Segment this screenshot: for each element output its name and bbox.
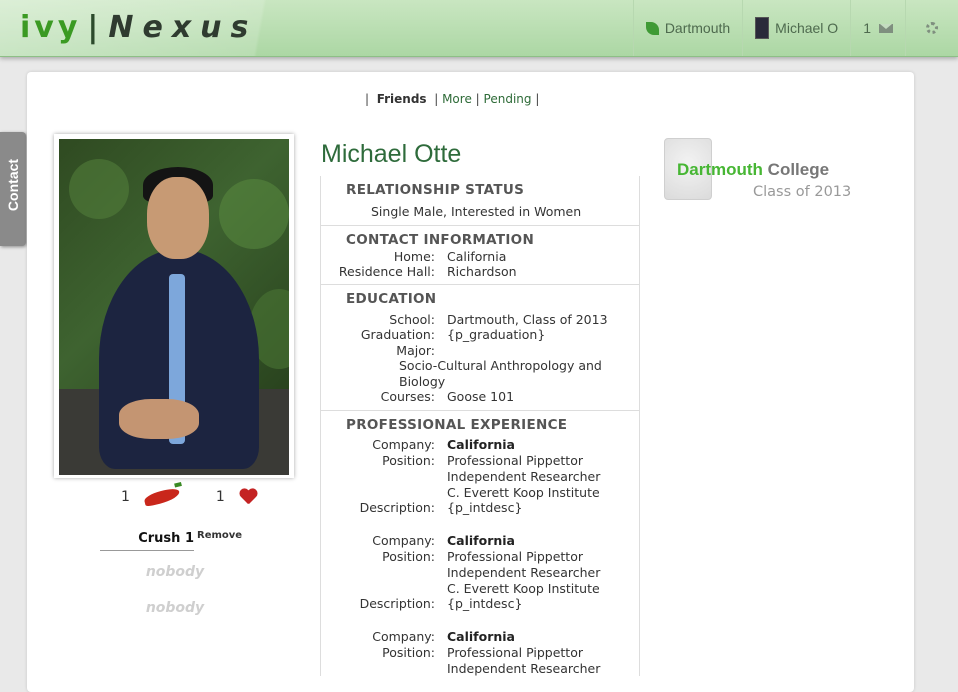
settings-button[interactable] bbox=[905, 0, 958, 56]
company-value: California bbox=[447, 533, 515, 548]
tab-separator: | bbox=[535, 92, 540, 106]
position-value: C. Everett Koop Institute bbox=[447, 485, 600, 500]
school-value: Dartmouth, Class of 2013 bbox=[447, 312, 608, 327]
friends-tabs: | Friends | More | Pending | bbox=[365, 92, 539, 106]
chili-icon[interactable] bbox=[143, 486, 181, 508]
class-year: Class of 2013 bbox=[753, 184, 852, 200]
user-menu[interactable]: Michael O bbox=[742, 0, 850, 56]
contact-tab-label: Contact bbox=[5, 158, 21, 212]
user-name: Michael O bbox=[775, 20, 839, 36]
chili-count: 1 bbox=[121, 489, 130, 505]
school-link[interactable]: Dartmouth bbox=[632, 0, 742, 56]
section-title: RELATIONSHIP STATUS bbox=[346, 182, 525, 198]
tab-more[interactable]: More bbox=[442, 92, 472, 106]
description-label: Description: bbox=[359, 596, 435, 611]
courses-label: Courses: bbox=[380, 389, 435, 404]
profile-photo-frame bbox=[54, 134, 294, 478]
logo-separator: | bbox=[87, 10, 103, 45]
description-value: {p_intdesc} bbox=[447, 596, 523, 611]
relationship-value: Single Male, Interested in Women bbox=[371, 204, 582, 219]
profile-photo[interactable] bbox=[59, 139, 289, 475]
heart-count: 1 bbox=[215, 489, 225, 505]
tab-pending[interactable]: Pending bbox=[484, 92, 532, 106]
position-value: Independent Researcher bbox=[447, 565, 601, 580]
profile-name: Michael Otte bbox=[321, 140, 462, 168]
graduation-label: Graduation: bbox=[360, 327, 435, 342]
heart-icon[interactable] bbox=[239, 489, 257, 505]
photo-head bbox=[147, 177, 209, 259]
company-label: Company: bbox=[372, 437, 435, 452]
messages-button[interactable]: 1 bbox=[850, 0, 905, 56]
graduation-value: {p_graduation} bbox=[447, 327, 546, 342]
position-value: C. Everett Koop Institute bbox=[447, 581, 600, 596]
professional-section: PROFESSIONAL EXPERIENCE Company: Califor… bbox=[321, 410, 639, 681]
photo-hands bbox=[119, 399, 199, 439]
position-label: Position: bbox=[382, 453, 435, 468]
messages-count: 1 bbox=[863, 20, 871, 36]
photo-foliage bbox=[69, 159, 129, 219]
contact-tab[interactable]: Contact bbox=[0, 132, 26, 246]
section-title: EDUCATION bbox=[346, 291, 437, 307]
section-title: CONTACT INFORMATION bbox=[346, 232, 535, 248]
college-name-part2: College bbox=[762, 160, 830, 179]
mail-icon bbox=[879, 23, 893, 33]
relationship-section: RELATIONSHIP STATUS Single Male, Interes… bbox=[321, 176, 639, 224]
position-label: Position: bbox=[382, 549, 435, 564]
position-label: Position: bbox=[382, 645, 435, 660]
logo-ivy: ivy bbox=[20, 10, 82, 45]
crush-slot-empty: nobody bbox=[145, 564, 205, 580]
school-link-label: Dartmouth bbox=[664, 20, 731, 36]
site-logo[interactable]: ivy | Nexus bbox=[20, 10, 257, 46]
college-name-part1: Dartmouth bbox=[677, 160, 763, 179]
position-value: Professional Pippettor bbox=[447, 549, 583, 564]
major-value-line2: Biology bbox=[399, 374, 446, 389]
vote-counts: 1 1 bbox=[121, 486, 257, 508]
tab-separator: | bbox=[434, 92, 439, 106]
school-label: School: bbox=[389, 312, 435, 327]
tab-friends[interactable]: Friends bbox=[377, 92, 427, 106]
company-label: Company: bbox=[372, 533, 435, 548]
company-label: Company: bbox=[372, 629, 435, 644]
position-value: Independent Researcher bbox=[447, 661, 601, 676]
company-value: California bbox=[447, 437, 515, 452]
courses-value: Goose 101 bbox=[447, 389, 515, 404]
contact-section: CONTACT INFORMATION Home: California Res… bbox=[321, 225, 639, 284]
gear-icon bbox=[926, 22, 938, 34]
top-nav: Dartmouth Michael O 1 bbox=[632, 0, 958, 56]
position-value: Professional Pippettor bbox=[447, 453, 583, 468]
leaf-icon bbox=[645, 21, 659, 35]
logo-nexus: Nexus bbox=[108, 10, 258, 45]
position-value: Professional Pippettor bbox=[447, 645, 583, 660]
major-label: Major: bbox=[396, 343, 435, 358]
crush-slot-empty: nobody bbox=[145, 600, 205, 616]
avatar bbox=[755, 17, 770, 39]
description-value: {p_intdesc} bbox=[447, 500, 523, 515]
remove-crush-button[interactable]: Remove bbox=[197, 530, 242, 541]
education-section: EDUCATION School: Dartmouth, Class of 20… bbox=[321, 284, 639, 410]
hall-value: Richardson bbox=[447, 264, 517, 279]
photo-foliage bbox=[219, 179, 289, 249]
tab-separator: | bbox=[365, 92, 370, 106]
hall-label: Residence Hall: bbox=[338, 264, 435, 279]
tab-separator: | bbox=[475, 92, 480, 106]
position-value: Independent Researcher bbox=[447, 469, 601, 484]
major-value-line1: Socio-Cultural Anthropology and bbox=[399, 358, 602, 373]
section-title: PROFESSIONAL EXPERIENCE bbox=[346, 417, 568, 433]
college-name[interactable]: Dartmouth College bbox=[677, 160, 829, 180]
company-value: California bbox=[447, 629, 515, 644]
profile-details: RELATIONSHIP STATUS Single Male, Interes… bbox=[320, 176, 640, 676]
home-label: Home: bbox=[393, 249, 435, 264]
top-bar: ivy | Nexus Dartmouth Michael O 1 bbox=[0, 0, 958, 57]
crush-field[interactable]: Crush 1 bbox=[100, 530, 194, 551]
description-label: Description: bbox=[359, 500, 435, 515]
home-value: California bbox=[447, 249, 507, 264]
